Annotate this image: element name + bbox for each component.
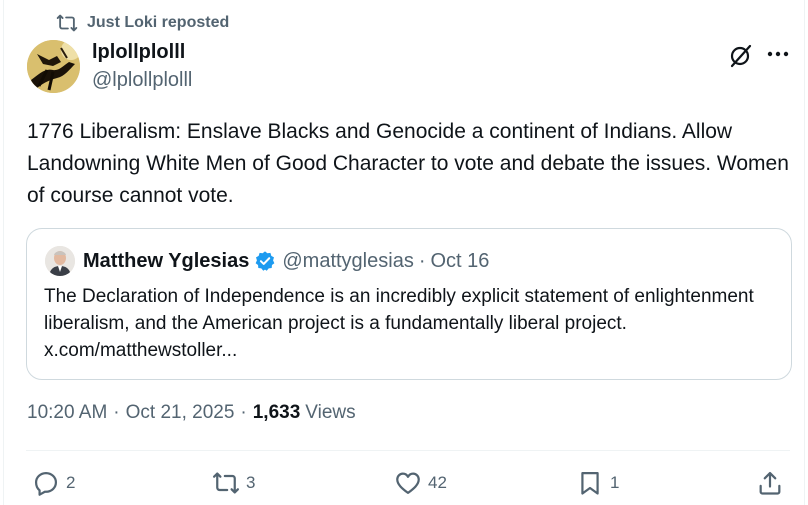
share-icon	[759, 471, 781, 495]
quoted-display-name[interactable]: Matthew Yglesias	[83, 250, 249, 273]
more-options-icon[interactable]	[764, 42, 792, 66]
views-count: 1,633	[252, 402, 301, 423]
repost-banner-label: Just Loki reposted	[87, 14, 230, 31]
quoted-date[interactable]: Oct 16	[431, 250, 490, 273]
quoted-header: Matthew Yglesias @mattyglesias · Oct 16	[83, 248, 489, 274]
heart-icon	[396, 472, 420, 495]
post-time[interactable]: 10:20 AM	[27, 402, 107, 424]
author-handle[interactable]: @lplollplolll	[92, 69, 192, 92]
reply-count: 2	[66, 473, 76, 492]
reply-button[interactable]: 2	[32, 467, 75, 499]
bookmark-icon	[581, 471, 599, 495]
quoted-separator: ·	[418, 249, 426, 272]
repost-action-icon	[212, 472, 240, 494]
repost-icon	[56, 14, 78, 32]
meta-separator: ·	[113, 402, 120, 423]
author-avatar[interactable]	[27, 40, 80, 93]
post-date[interactable]: Oct 21, 2025	[126, 402, 235, 424]
quoted-text: The Declaration of Independence is an in…	[44, 286, 754, 361]
timeline-border-right	[804, 0, 805, 505]
author-display-name[interactable]: lplollplolll	[92, 41, 185, 64]
quoted-post[interactable]: Matthew Yglesias @mattyglesias · Oct 16 …	[26, 228, 792, 380]
like-count: 42	[428, 473, 447, 492]
share-button[interactable]	[756, 467, 790, 499]
grok-icon[interactable]	[728, 42, 754, 68]
quoted-author-avatar[interactable]	[45, 246, 75, 276]
bookmark-button[interactable]: 1	[576, 467, 619, 499]
timeline-border-left	[3, 0, 4, 505]
views-label: Views	[305, 402, 356, 423]
repost-button[interactable]: 3	[212, 467, 255, 499]
post-text: 1776 Liberalism: Enslave Blacks and Geno…	[27, 120, 789, 207]
verified-badge-icon	[256, 251, 275, 271]
actions-divider	[26, 450, 790, 451]
like-button[interactable]: 42	[394, 467, 447, 499]
meta-separator-2: ·	[240, 402, 247, 423]
repost-count: 3	[246, 473, 256, 492]
repost-banner[interactable]: Just Loki reposted	[56, 12, 229, 34]
post-meta: 10:20 AM · Oct 21, 2025 · 1,633 Views	[27, 402, 356, 424]
bookmark-count: 1	[610, 473, 620, 492]
reply-icon	[34, 471, 58, 496]
quoted-handle[interactable]: @mattyglesias	[282, 250, 413, 273]
